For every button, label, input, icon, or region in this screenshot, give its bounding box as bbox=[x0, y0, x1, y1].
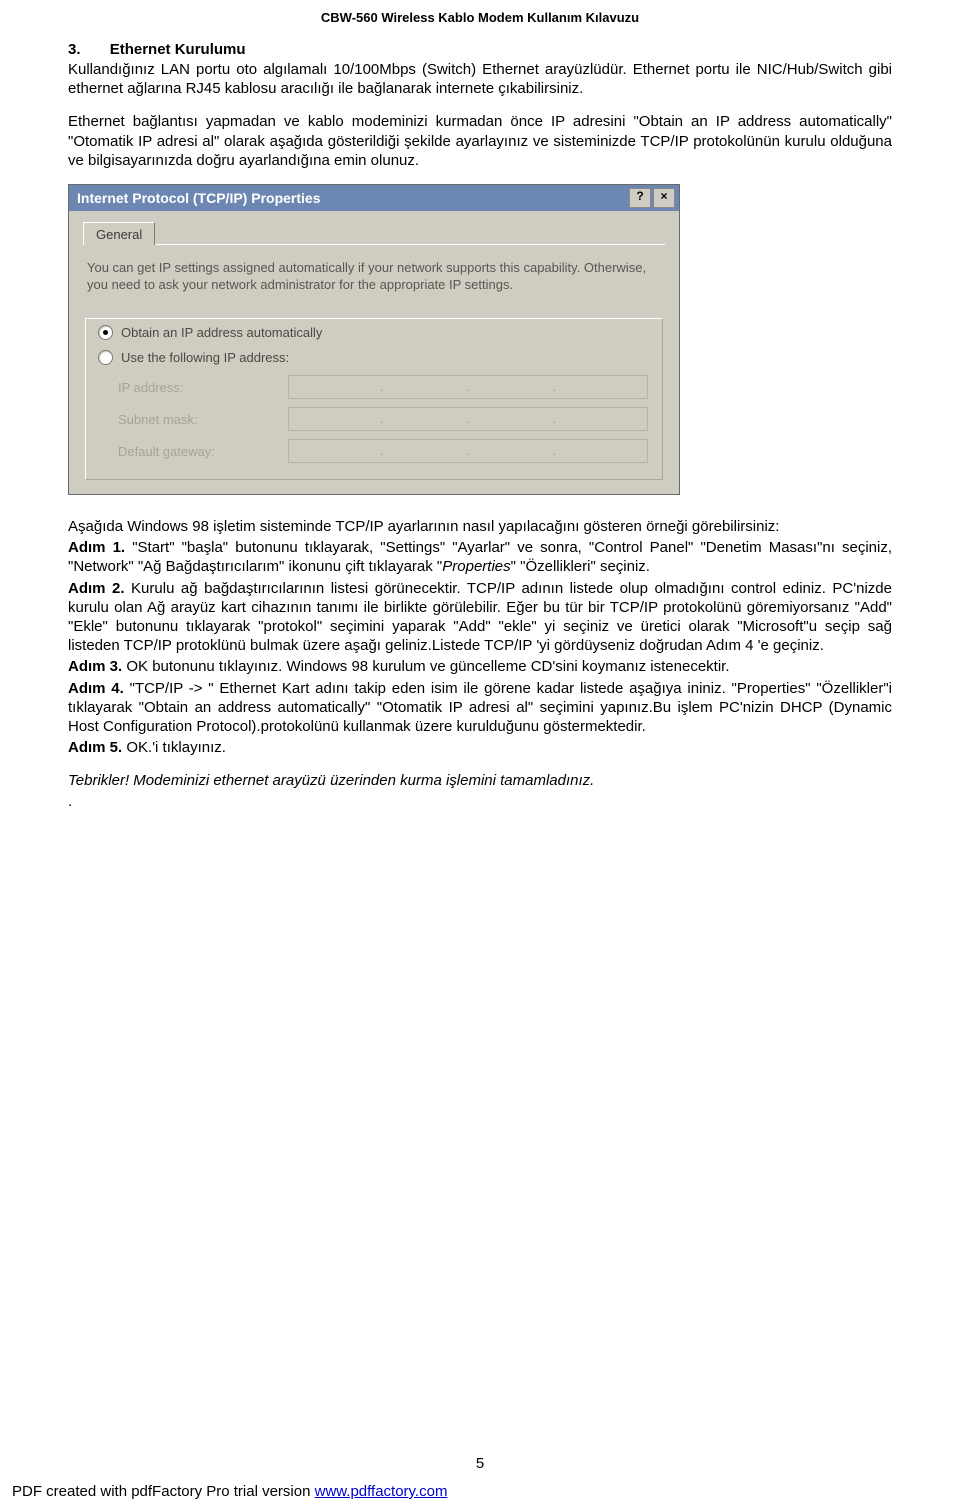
default-gateway-input[interactable]: ... bbox=[288, 439, 648, 463]
tcpip-dialog-figure: Internet Protocol (TCP/IP) Properties ? … bbox=[68, 184, 892, 495]
trailing-dot: . bbox=[68, 792, 892, 811]
radio-icon bbox=[98, 325, 113, 340]
step-3-label: Adım 3. bbox=[68, 658, 122, 675]
section-title: Ethernet Kurulumu bbox=[110, 41, 246, 58]
step-2-text: Kurulu ağ bağdaştırıcılarının listesi gö… bbox=[68, 580, 892, 655]
radio-use-following-label: Use the following IP address: bbox=[121, 350, 289, 365]
step-1-text-b: " "Özellikleri" seçiniz. bbox=[511, 558, 650, 575]
ip-fieldset: Obtain an IP address automatically Use t… bbox=[85, 318, 663, 480]
step-2: Adım 2. Kurulu ağ bağdaştırıcılarının li… bbox=[68, 579, 892, 656]
section-number: 3. bbox=[68, 41, 81, 58]
after-dialog-intro: Aşağıda Windows 98 işletim sisteminde TC… bbox=[68, 517, 892, 536]
close-button[interactable]: × bbox=[653, 188, 675, 208]
radio-icon bbox=[98, 350, 113, 365]
dialog-description: You can get IP settings assigned automat… bbox=[87, 259, 661, 294]
ip-address-input[interactable]: ... bbox=[288, 375, 648, 399]
congrats-text: Tebrikler! Modeminizi ethernet arayüzü ü… bbox=[68, 771, 892, 790]
step-1-label: Adım 1. bbox=[68, 539, 125, 556]
pdf-footer-text: PDF created with pdfFactory Pro trial ve… bbox=[12, 1483, 315, 1500]
paragraph-1: Kullandığınız LAN portu oto algılamalı 1… bbox=[68, 60, 892, 98]
step-4: Adım 4. "TCP/IP -> " Ethernet Kart adını… bbox=[68, 679, 892, 737]
dialog-titlebar: Internet Protocol (TCP/IP) Properties ? … bbox=[69, 185, 679, 211]
paragraph-2: Ethernet bağlantısı yapmadan ve kablo mo… bbox=[68, 112, 892, 170]
step-1: Adım 1. "Start" "başla" butonunu tıklaya… bbox=[68, 538, 892, 576]
step-5-label: Adım 5. bbox=[68, 739, 122, 756]
radio-obtain-auto[interactable]: Obtain an IP address automatically bbox=[98, 325, 650, 340]
subnet-mask-input[interactable]: ... bbox=[288, 407, 648, 431]
tab-general[interactable]: General bbox=[83, 222, 155, 245]
dialog-title: Internet Protocol (TCP/IP) Properties bbox=[77, 190, 320, 206]
radio-use-following[interactable]: Use the following IP address: bbox=[98, 350, 650, 365]
dialog-window: Internet Protocol (TCP/IP) Properties ? … bbox=[68, 184, 680, 495]
subnet-mask-label: Subnet mask: bbox=[118, 412, 288, 427]
step-4-label: Adım 4. bbox=[68, 680, 124, 697]
pdf-footer: PDF created with pdfFactory Pro trial ve… bbox=[12, 1483, 447, 1500]
step-3: Adım 3. OK butonunu tıklayınız. Windows … bbox=[68, 657, 892, 676]
ip-address-label: IP address: bbox=[118, 380, 288, 395]
pdf-factory-link[interactable]: www.pdffactory.com bbox=[315, 1483, 448, 1500]
section-heading: 3. Ethernet Kurulumu bbox=[68, 41, 892, 58]
step-5: Adım 5. OK.'i tıklayınız. bbox=[68, 738, 892, 757]
document-header: CBW-560 Wireless Kablo Modem Kullanım Kı… bbox=[68, 10, 892, 25]
step-1-italic: Properties bbox=[442, 558, 510, 575]
default-gateway-label: Default gateway: bbox=[118, 444, 288, 459]
step-5-text: OK.'i tıklayınız. bbox=[122, 739, 226, 756]
step-4-text: "TCP/IP -> " Ethernet Kart adını takip e… bbox=[68, 680, 892, 735]
step-2-label: Adım 2. bbox=[68, 580, 125, 597]
page-number: 5 bbox=[0, 1455, 960, 1472]
step-3-text: OK butonunu tıklayınız. Windows 98 kurul… bbox=[122, 658, 729, 675]
radio-obtain-auto-label: Obtain an IP address automatically bbox=[121, 325, 322, 340]
help-button[interactable]: ? bbox=[629, 188, 651, 208]
